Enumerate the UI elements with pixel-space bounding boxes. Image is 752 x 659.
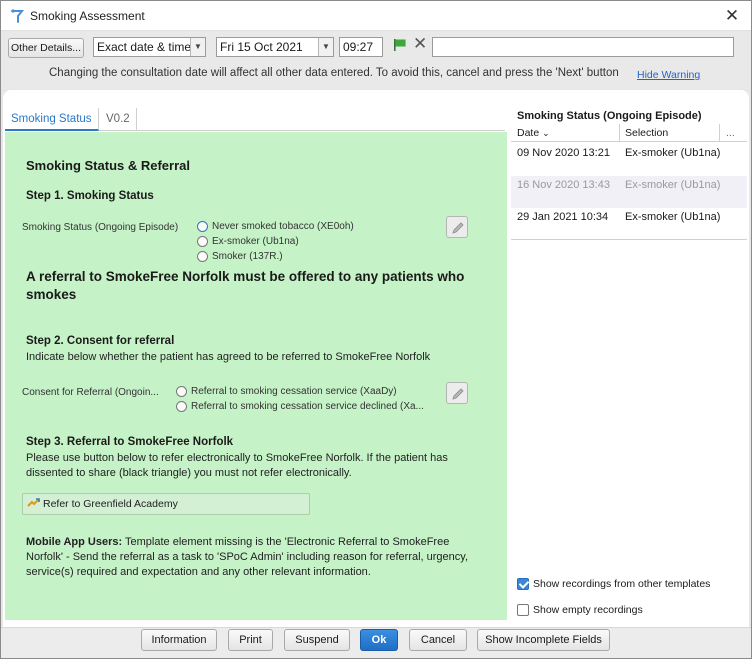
column-divider [619, 124, 620, 142]
history-row[interactable]: 29 Jan 2021 10:34 Ex-smoker (Ub1na) [511, 208, 747, 240]
checkbox-label: Show empty recordings [533, 604, 643, 616]
column-options-button[interactable]: ... [726, 127, 735, 139]
radio-circle [197, 221, 208, 232]
edit-consent-button[interactable] [446, 382, 468, 404]
checkbox-box [517, 604, 529, 616]
radio-ex-smoker[interactable]: Ex-smoker (Ub1na) [197, 235, 299, 249]
date-mode-select[interactable]: Exact date & time ▼ [93, 37, 206, 57]
radio-referral-agreed[interactable]: Referral to smoking cessation service (X… [176, 385, 397, 399]
radio-referral-declined[interactable]: Referral to smoking cessation service de… [176, 400, 424, 414]
radio-circle [197, 251, 208, 262]
date-column-label: Date [517, 127, 540, 139]
option-label: Smoker (137R.) [212, 251, 283, 262]
selection-column-header[interactable]: Selection [625, 127, 668, 139]
option-label: Never smoked tobacco (XE0oh) [212, 221, 354, 232]
checkbox-box [517, 578, 529, 590]
close-icon: ✕ [724, 6, 740, 25]
tab-smoking-status[interactable]: Smoking Status [5, 108, 99, 131]
history-row[interactable]: 16 Nov 2020 13:43 Ex-smoker (Ub1na) [511, 176, 747, 208]
date-column-header[interactable]: Date ⌄ [517, 127, 550, 139]
chevron-down-icon[interactable]: ▼ [318, 38, 333, 56]
main-content: Smoking Status V0.2 Smoking Status & Ref… [3, 90, 749, 627]
tab-strip: Smoking Status V0.2 [5, 108, 505, 131]
radio-smoker[interactable]: Smoker (137R.) [197, 250, 283, 264]
step2-title: Step 2. Consent for referral [26, 335, 175, 347]
option-label: Referral to smoking cessation service (X… [191, 386, 397, 397]
radio-never-smoked[interactable]: Never smoked tobacco (XE0oh) [197, 220, 354, 234]
hide-warning-link[interactable]: Hide Warning [637, 69, 700, 81]
date-picker[interactable]: Fri 15 Oct 2021 ▼ [216, 37, 334, 57]
show-empty-recordings-checkbox[interactable]: Show empty recordings [517, 603, 643, 617]
other-details-button[interactable]: Other Details... [8, 38, 84, 58]
history-selection: Ex-smoker (Ub1na) [625, 179, 721, 191]
mobile-app-note: Mobile App Users: Template element missi… [26, 535, 486, 580]
time-field[interactable]: 09:27 [339, 37, 383, 57]
step2-description: Indicate below whether the patient has a… [26, 351, 431, 363]
checkbox-label: Show recordings from other templates [533, 578, 711, 590]
title-bar: Smoking Assessment ✕ [1, 1, 751, 31]
step3-description: Please use button below to refer electro… [26, 452, 448, 479]
referral-notice: A referral to SmokeFree Norfolk must be … [26, 269, 465, 302]
footer-bar: Information Print Suspend Ok Cancel Show… [1, 627, 751, 658]
column-divider [719, 124, 720, 142]
close-button[interactable]: ✕ [721, 5, 743, 27]
history-date: 29 Jan 2021 10:34 [517, 211, 609, 223]
clear-x-icon[interactable]: ✕ [413, 34, 427, 54]
step3-title: Step 3. Referral to SmokeFree Norfolk [26, 436, 234, 448]
time-value: 09:27 [343, 40, 374, 54]
chevron-down-icon[interactable]: ▼ [190, 38, 205, 56]
date-value: Fri 15 Oct 2021 [220, 40, 303, 54]
cancel-button[interactable]: Cancel [409, 629, 467, 651]
smoking-status-label: Smoking Status (Ongoing Episode) [22, 222, 179, 233]
tab-version[interactable]: V0.2 [100, 108, 137, 131]
date-change-warning: Changing the consultation date will affe… [49, 67, 619, 79]
history-date: 09 Nov 2020 13:21 [517, 147, 610, 159]
chevron-down-icon: ⌄ [542, 128, 550, 138]
consent-label: Consent for Referral (Ongoin... [22, 387, 159, 398]
pencil-edit-icon [452, 388, 464, 400]
history-selection: Ex-smoker (Ub1na) [625, 147, 721, 159]
refer-button-label: Refer to Greenfield Academy [43, 498, 178, 510]
option-label: Ex-smoker (Ub1na) [212, 236, 299, 247]
flag-icon[interactable] [393, 38, 407, 52]
history-row[interactable]: 09 Nov 2020 13:21 Ex-smoker (Ub1na) [511, 144, 747, 176]
show-other-templates-checkbox[interactable]: Show recordings from other templates [517, 577, 710, 591]
window-title: Smoking Assessment [30, 9, 145, 23]
radio-circle [176, 401, 187, 412]
refer-icon [27, 498, 40, 507]
edit-smoking-status-button[interactable] [446, 216, 468, 238]
history-panel: Smoking Status (Ongoing Episode) Date ⌄ … [511, 108, 747, 627]
history-date: 16 Nov 2020 13:43 [517, 179, 610, 191]
history-title: Smoking Status (Ongoing Episode) [517, 110, 702, 122]
template-form: Smoking Status & Referral Step 1. Smokin… [5, 132, 507, 620]
smoking-assessment-window: Smoking Assessment ✕ Other Details... Ex… [0, 0, 752, 659]
pencil-edit-icon [452, 222, 464, 234]
ok-button[interactable]: Ok [360, 629, 398, 651]
history-selection: Ex-smoker (Ub1na) [625, 211, 721, 223]
form-heading: Smoking Status & Referral [26, 158, 190, 173]
information-button[interactable]: Information [141, 629, 217, 651]
radio-circle [197, 236, 208, 247]
show-incomplete-fields-button[interactable]: Show Incomplete Fields [477, 629, 610, 651]
mobile-note-bold: Mobile App Users: [26, 536, 123, 548]
print-button[interactable]: Print [228, 629, 273, 651]
date-mode-value: Exact date & time [97, 40, 192, 54]
consultation-text-field[interactable] [432, 37, 734, 57]
option-label: Referral to smoking cessation service de… [191, 401, 424, 412]
radio-circle [176, 386, 187, 397]
step1-title: Step 1. Smoking Status [26, 190, 154, 202]
refer-greenfield-button[interactable]: Refer to Greenfield Academy [22, 493, 310, 515]
history-header: Date ⌄ Selection ... [511, 124, 747, 142]
suspend-button[interactable]: Suspend [284, 629, 350, 651]
app-logo-icon [11, 9, 25, 23]
